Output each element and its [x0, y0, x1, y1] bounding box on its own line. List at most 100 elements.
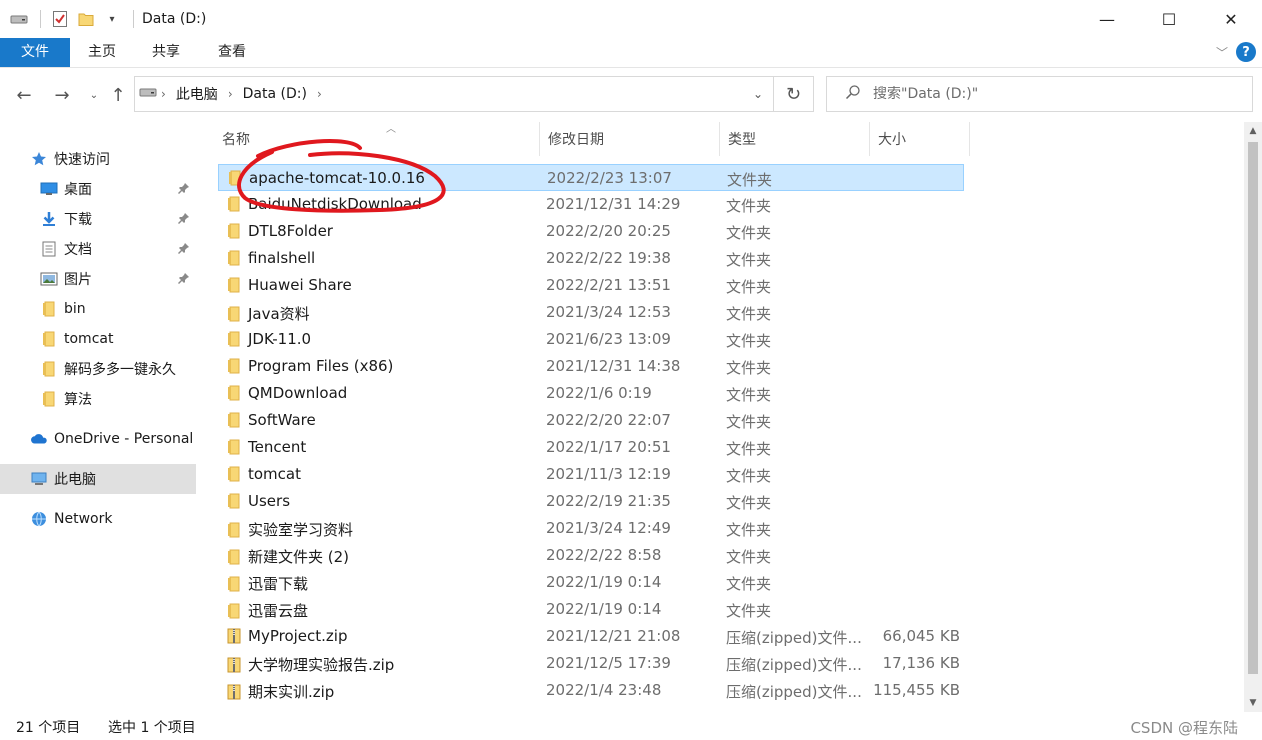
maximize-button[interactable]: ☐ [1138, 0, 1200, 38]
sidebar-item-onedrive-personal[interactable]: OneDrive - Personal [0, 424, 196, 454]
file-row[interactable]: MyProject.zip 2021/12/21 21:08 压缩(zipped)文… [218, 623, 964, 650]
file-row[interactable]: SoftWare 2022/2/20 22:07 文件夹 [218, 407, 964, 434]
file-row[interactable]: finalshell 2022/2/22 19:38 文件夹 [218, 245, 964, 272]
forward-icon[interactable]: → [50, 83, 74, 107]
tab-share[interactable]: 共享 [142, 38, 190, 67]
folder-icon [226, 439, 242, 455]
refresh-button[interactable]: ↻ [774, 76, 814, 112]
breadcrumb-chevron-icon[interactable]: › [161, 87, 166, 101]
folder-icon [226, 493, 242, 509]
file-type: 文件夹 [726, 359, 772, 377]
file-row[interactable]: JDK-11.0 2021/6/23 13:09 文件夹 [218, 326, 964, 353]
folder-icon [226, 277, 242, 293]
file-row[interactable]: Tencent 2022/1/17 20:51 文件夹 [218, 434, 964, 461]
file-row[interactable]: 迅雷云盘 2022/1/19 0:14 文件夹 [218, 596, 964, 623]
sidebar-item-network[interactable]: Network [0, 504, 196, 534]
column-header-label: 类型 [728, 132, 756, 148]
customize-toolbar-icon[interactable]: ▾ [101, 8, 123, 30]
folder-icon [226, 412, 242, 428]
column-header-date[interactable]: 修改日期 [540, 122, 720, 156]
file-row[interactable]: QMDownload 2022/1/6 0:19 文件夹 [218, 380, 964, 407]
file-row[interactable]: Users 2022/2/19 21:35 文件夹 [218, 488, 964, 515]
folder-icon [226, 196, 242, 212]
tab-file[interactable]: 文件 [0, 38, 70, 67]
tab-view[interactable]: 查看 [208, 38, 256, 67]
tab-home[interactable]: 主页 [78, 38, 126, 67]
file-row[interactable]: 迅雷下载 2022/1/19 0:14 文件夹 [218, 569, 964, 596]
desktop-icon [40, 180, 58, 198]
sidebar-item-图片[interactable]: 图片 [0, 264, 196, 294]
star-icon [30, 150, 48, 168]
file-name-cell: JDK-11.0 [226, 330, 311, 348]
file-name-cell: BaiduNetdiskDownload [226, 195, 422, 213]
scrollbar-thumb[interactable] [1248, 142, 1258, 674]
file-name-cell: MyProject.zip [226, 627, 347, 645]
sidebar-item-label: tomcat [64, 331, 114, 347]
sidebar-item-解码多多一键永久[interactable]: 解码多多一键永久 [0, 354, 196, 384]
zip-icon [226, 628, 242, 644]
sidebar-item-label: 快速访问 [54, 152, 110, 168]
expand-ribbon-icon[interactable]: ﹀ [1216, 44, 1228, 61]
new-folder-icon[interactable] [75, 8, 97, 30]
file-row[interactable]: BaiduNetdiskDownload 2021/12/31 14:29 文件夹 [218, 191, 964, 218]
file-name-cell: 大学物理实验报告.zip [226, 654, 394, 675]
breadcrumb-this-pc[interactable]: 此电脑 [176, 84, 218, 104]
address-dropdown-icon[interactable]: ⌄ [753, 87, 763, 101]
breadcrumb-chevron-icon[interactable]: › [228, 87, 233, 101]
file-row[interactable]: tomcat 2021/11/3 12:19 文件夹 [218, 461, 964, 488]
file-row[interactable]: DTL8Folder 2022/2/20 20:25 文件夹 [218, 218, 964, 245]
address-bar[interactable]: › 此电脑 › Data (D:) › ⌄ [134, 76, 774, 112]
file-row[interactable]: 大学物理实验报告.zip 2021/12/5 17:39 压缩(zipped)文件.… [218, 650, 964, 677]
scroll-up-icon[interactable]: ▲ [1244, 122, 1262, 140]
file-name: Huawei Share [248, 276, 352, 294]
breadcrumb-data-drive[interactable]: Data (D:) [243, 86, 307, 102]
file-name-cell: 迅雷下载 [226, 573, 308, 594]
help-icon[interactable]: ? [1236, 42, 1256, 62]
folder-icon [226, 331, 242, 347]
scroll-down-icon[interactable]: ▼ [1244, 694, 1262, 712]
sidebar-item-下载[interactable]: 下载 [0, 204, 196, 234]
column-header-type[interactable]: 类型 [720, 122, 870, 156]
close-button[interactable]: ✕ [1200, 0, 1262, 38]
sidebar-item-桌面[interactable]: 桌面 [0, 174, 196, 204]
file-row[interactable]: Huawei Share 2022/2/21 13:51 文件夹 [218, 272, 964, 299]
file-date: 2022/1/6 0:19 [546, 384, 652, 402]
column-header-size[interactable]: 大小 [870, 122, 970, 156]
file-name-cell: QMDownload [226, 384, 347, 402]
sidebar-item-算法[interactable]: 算法 [0, 384, 196, 414]
window-controls: — ☐ ✕ [1076, 0, 1262, 38]
back-icon[interactable]: ← [12, 83, 36, 107]
file-row[interactable]: 新建文件夹 (2) 2022/2/22 8:58 文件夹 [218, 542, 964, 569]
file-row[interactable]: Program Files (x86) 2021/12/31 14:38 文件夹 [218, 353, 964, 380]
sidebar-item-tomcat[interactable]: tomcat [0, 324, 196, 354]
file-type: 文件夹 [727, 171, 773, 189]
file-date: 2022/2/21 13:51 [546, 276, 671, 294]
up-icon[interactable]: ↑ [106, 83, 130, 107]
folder-icon [226, 603, 242, 619]
column-header-name[interactable]: 名称 ︿ [214, 122, 540, 156]
file-row[interactable]: 期末实训.zip 2022/1/4 23:48 压缩(zipped)文件... 115… [218, 677, 964, 704]
network-icon [30, 510, 48, 528]
file-row[interactable]: apache-tomcat-10.0.16 2022/2/23 13:07 文件夹 [218, 164, 964, 191]
sidebar-item-此电脑[interactable]: 此电脑 [0, 464, 196, 494]
file-name-cell: Program Files (x86) [226, 357, 393, 375]
file-size: 66,045 KB [882, 627, 960, 645]
minimize-button[interactable]: — [1076, 0, 1138, 38]
file-row[interactable]: Java资料 2021/3/24 12:53 文件夹 [218, 299, 964, 326]
recent-locations-icon[interactable]: ⌄ [82, 83, 106, 107]
sidebar-item-文档[interactable]: 文档 [0, 234, 196, 264]
selected-count: 选中 1 个项目 [108, 720, 196, 736]
sidebar-item-label: 文档 [64, 242, 92, 258]
title-bar: ▾ Data (D:) — ☐ ✕ [0, 0, 1262, 38]
breadcrumb-chevron-icon[interactable]: › [317, 87, 322, 101]
file-row[interactable]: 实验室学习资料 2021/3/24 12:49 文件夹 [218, 515, 964, 542]
file-name: 迅雷云盘 [248, 602, 309, 620]
file-size: 115,455 KB [873, 681, 960, 699]
file-name: QMDownload [248, 384, 348, 402]
properties-icon[interactable] [49, 8, 71, 30]
search-input[interactable] [873, 86, 1233, 102]
sidebar-item-快速访问[interactable]: 快速访问 [0, 144, 196, 174]
vertical-scrollbar[interactable]: ▲ ▼ [1244, 122, 1262, 712]
search-box[interactable] [826, 76, 1253, 112]
sidebar-item-bin[interactable]: bin [0, 294, 196, 324]
